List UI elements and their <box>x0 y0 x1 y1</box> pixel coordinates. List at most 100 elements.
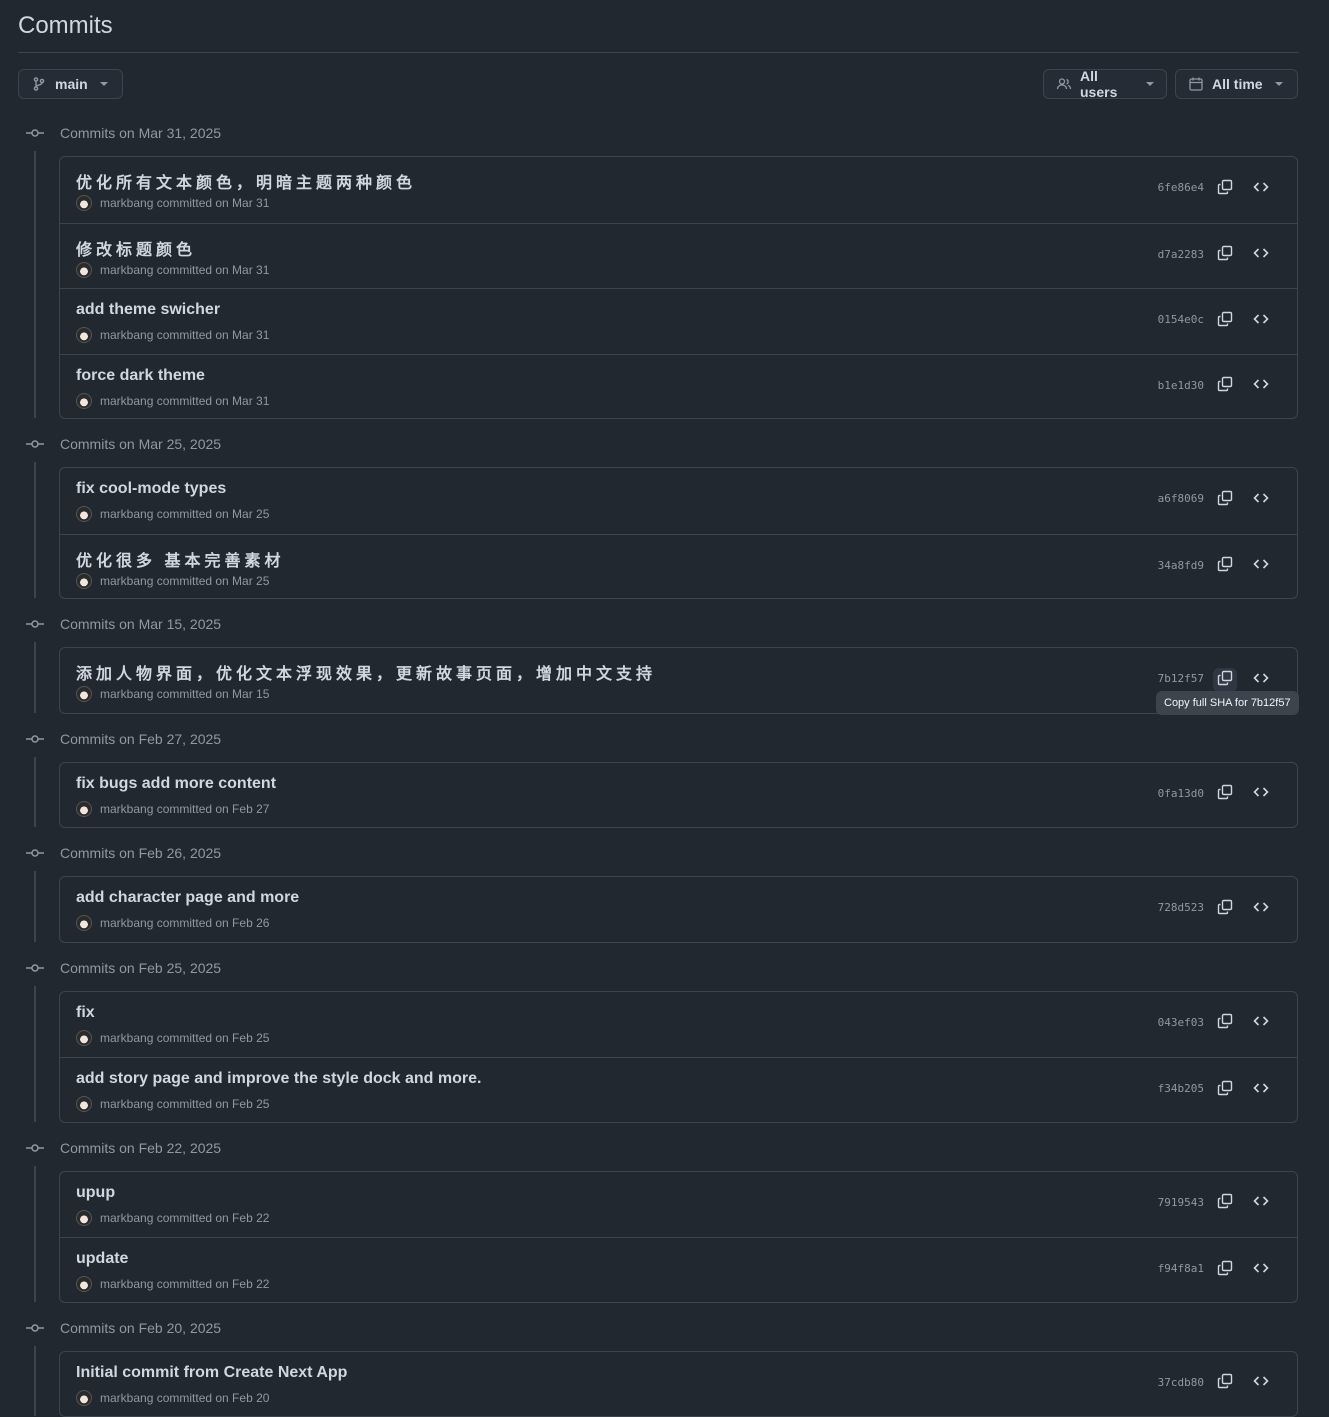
commit-sha-link[interactable]: 7b12f57 <box>1158 672 1204 685</box>
copy-icon <box>1217 376 1233 397</box>
commit-group-heading: Commits on Mar 25, 2025 <box>26 434 221 454</box>
commit-list-box: fix cool-mode typesmarkbang committed on… <box>59 467 1298 599</box>
commit-message-link[interactable]: 添加人物界面，优化文本浮现效果，更新故事页面，增加中文支持 <box>76 660 656 684</box>
commit-sha-link[interactable]: 37cdb80 <box>1158 1376 1204 1389</box>
commit-row[interactable]: fix bugs add more content markbang commit… <box>60 763 1297 828</box>
commit-row[interactable]: Initial commit from Create Next Appmarkb… <box>60 1352 1297 1417</box>
copy-sha-button[interactable] <box>1213 897 1237 921</box>
commit-message-link[interactable]: fix bugs add more content <box>76 775 276 793</box>
commit-row[interactable]: 优化很多 基本完善素材markbang committed on Mar 253… <box>60 534 1297 599</box>
commit-row[interactable]: fix cool-mode typesmarkbang committed on… <box>60 468 1297 533</box>
copy-sha-button[interactable] <box>1213 555 1237 579</box>
commit-message-link[interactable]: update <box>76 1250 128 1268</box>
copy-sha-button[interactable] <box>1213 244 1237 268</box>
avatar[interactable] <box>76 915 92 931</box>
browse-repo-button[interactable] <box>1249 375 1273 399</box>
commit-message-link[interactable]: upup <box>76 1184 115 1202</box>
chevron-down-icon <box>1146 82 1154 86</box>
commit-row[interactable]: 优化所有文本颜色，明暗主题两种颜色markbang committed on M… <box>60 157 1297 222</box>
commit-row[interactable]: fixmarkbang committed on Feb 25043ef03 <box>60 992 1297 1057</box>
commit-message-link[interactable]: force dark theme <box>76 367 205 385</box>
commit-meta: markbang committed on Mar 15 <box>76 686 269 702</box>
users-filter-button[interactable]: All users <box>1043 69 1167 99</box>
avatar[interactable] <box>76 1390 92 1406</box>
copy-sha-button[interactable] <box>1213 488 1237 512</box>
people-icon <box>1056 76 1072 92</box>
commit-sha-link[interactable]: f34b205 <box>1158 1082 1204 1095</box>
avatar[interactable] <box>76 1210 92 1226</box>
commit-sha-link[interactable]: f94f8a1 <box>1158 1262 1204 1275</box>
commit-row[interactable]: add story page and improve the style doc… <box>60 1057 1297 1122</box>
browse-repo-button[interactable] <box>1249 1258 1273 1282</box>
commit-sha-link[interactable]: 728d523 <box>1158 901 1204 914</box>
browse-repo-button[interactable] <box>1249 1372 1273 1396</box>
git-commit-icon <box>26 124 44 142</box>
avatar[interactable] <box>76 573 92 589</box>
commit-sha-link[interactable]: 7919543 <box>1158 1196 1204 1209</box>
commit-sha-link[interactable]: 34a8fd9 <box>1158 559 1204 572</box>
browse-repo-button[interactable] <box>1249 668 1273 692</box>
browse-repo-button[interactable] <box>1249 783 1273 807</box>
avatar[interactable] <box>76 1096 92 1112</box>
commit-meta: markbang committed on Feb 27 <box>76 801 269 817</box>
commit-sha-link[interactable]: a6f8069 <box>1158 492 1204 505</box>
commit-message-link[interactable]: 修改标题颜色 <box>76 236 196 260</box>
copy-sha-button[interactable] <box>1213 1012 1237 1036</box>
avatar[interactable] <box>76 506 92 522</box>
commit-message-link[interactable]: add theme swicher <box>76 301 220 319</box>
commit-row[interactable]: 修改标题颜色 markbang committed on Mar 31 d7a228… <box>60 223 1297 288</box>
browse-repo-button[interactable] <box>1249 177 1273 201</box>
commit-message-link[interactable]: 优化所有文本颜色，明暗主题两种颜色 <box>76 169 416 193</box>
commit-message-link[interactable]: fix <box>76 1004 95 1022</box>
browse-repo-button[interactable] <box>1249 309 1273 333</box>
copy-sha-button[interactable] <box>1213 177 1237 201</box>
commit-row[interactable]: force dark thememarkbang committed on Ma… <box>60 354 1297 419</box>
browse-repo-button[interactable] <box>1249 897 1273 921</box>
copy-sha-button[interactable] <box>1213 668 1237 692</box>
commit-message-link[interactable]: add character page and more <box>76 889 299 907</box>
commit-author-date: markbang committed on Mar 31 <box>100 263 269 277</box>
commit-row[interactable]: add character page and moremarkbang comm… <box>60 877 1297 942</box>
browse-repo-button[interactable] <box>1249 1078 1273 1102</box>
avatar[interactable] <box>76 1030 92 1046</box>
avatar[interactable] <box>76 801 92 817</box>
commit-list-box: fix bugs add more content markbang commit… <box>59 762 1298 829</box>
timeline-line <box>34 871 36 942</box>
copy-sha-button[interactable] <box>1213 783 1237 807</box>
copy-sha-button[interactable] <box>1213 1192 1237 1216</box>
browse-repo-button[interactable] <box>1249 1012 1273 1036</box>
commit-sha-link[interactable]: 043ef03 <box>1158 1016 1204 1029</box>
commit-message-link[interactable]: fix cool-mode types <box>76 480 226 498</box>
commit-message-link[interactable]: Initial commit from Create Next App <box>76 1364 347 1382</box>
browse-repo-button[interactable] <box>1249 244 1273 268</box>
avatar[interactable] <box>76 393 92 409</box>
commit-sha-link[interactable]: 0154e0c <box>1158 313 1204 326</box>
time-filter-button[interactable]: All time <box>1175 69 1298 99</box>
avatar[interactable] <box>76 1276 92 1292</box>
avatar[interactable] <box>76 195 92 211</box>
commit-row[interactable]: 添加人物界面，优化文本浮现效果，更新故事页面，增加中文支持 markbang co… <box>60 648 1297 713</box>
copy-sha-button[interactable] <box>1213 1372 1237 1396</box>
commit-sha-link[interactable]: 6fe86e4 <box>1158 181 1204 194</box>
group-date-label: Commits on Feb 22, 2025 <box>60 1140 221 1156</box>
commit-message-link[interactable]: 优化很多 基本完善素材 <box>76 547 284 571</box>
commit-row[interactable]: upupmarkbang committed on Feb 227919543 <box>60 1172 1297 1237</box>
commit-sha-link[interactable]: 0fa13d0 <box>1158 787 1204 800</box>
avatar[interactable] <box>76 686 92 702</box>
avatar[interactable] <box>76 262 92 278</box>
browse-repo-button[interactable] <box>1249 555 1273 579</box>
commit-row[interactable]: updatemarkbang committed on Feb 22f94f8a… <box>60 1237 1297 1302</box>
commit-sha-link[interactable]: d7a2283 <box>1158 248 1204 261</box>
avatar[interactable] <box>76 327 92 343</box>
copy-sha-button[interactable] <box>1213 1258 1237 1282</box>
copy-sha-button[interactable] <box>1213 309 1237 333</box>
commit-row[interactable]: add theme swichermarkbang committed on M… <box>60 288 1297 353</box>
commit-sha-link[interactable]: b1e1d30 <box>1158 379 1204 392</box>
commit-message-link[interactable]: add story page and improve the style doc… <box>76 1070 481 1088</box>
branch-selector-button[interactable]: main <box>18 69 123 99</box>
copy-sha-button[interactable] <box>1213 375 1237 399</box>
browse-repo-button[interactable] <box>1249 1192 1273 1216</box>
git-commit-icon <box>26 435 44 453</box>
copy-sha-button[interactable] <box>1213 1078 1237 1102</box>
browse-repo-button[interactable] <box>1249 488 1273 512</box>
